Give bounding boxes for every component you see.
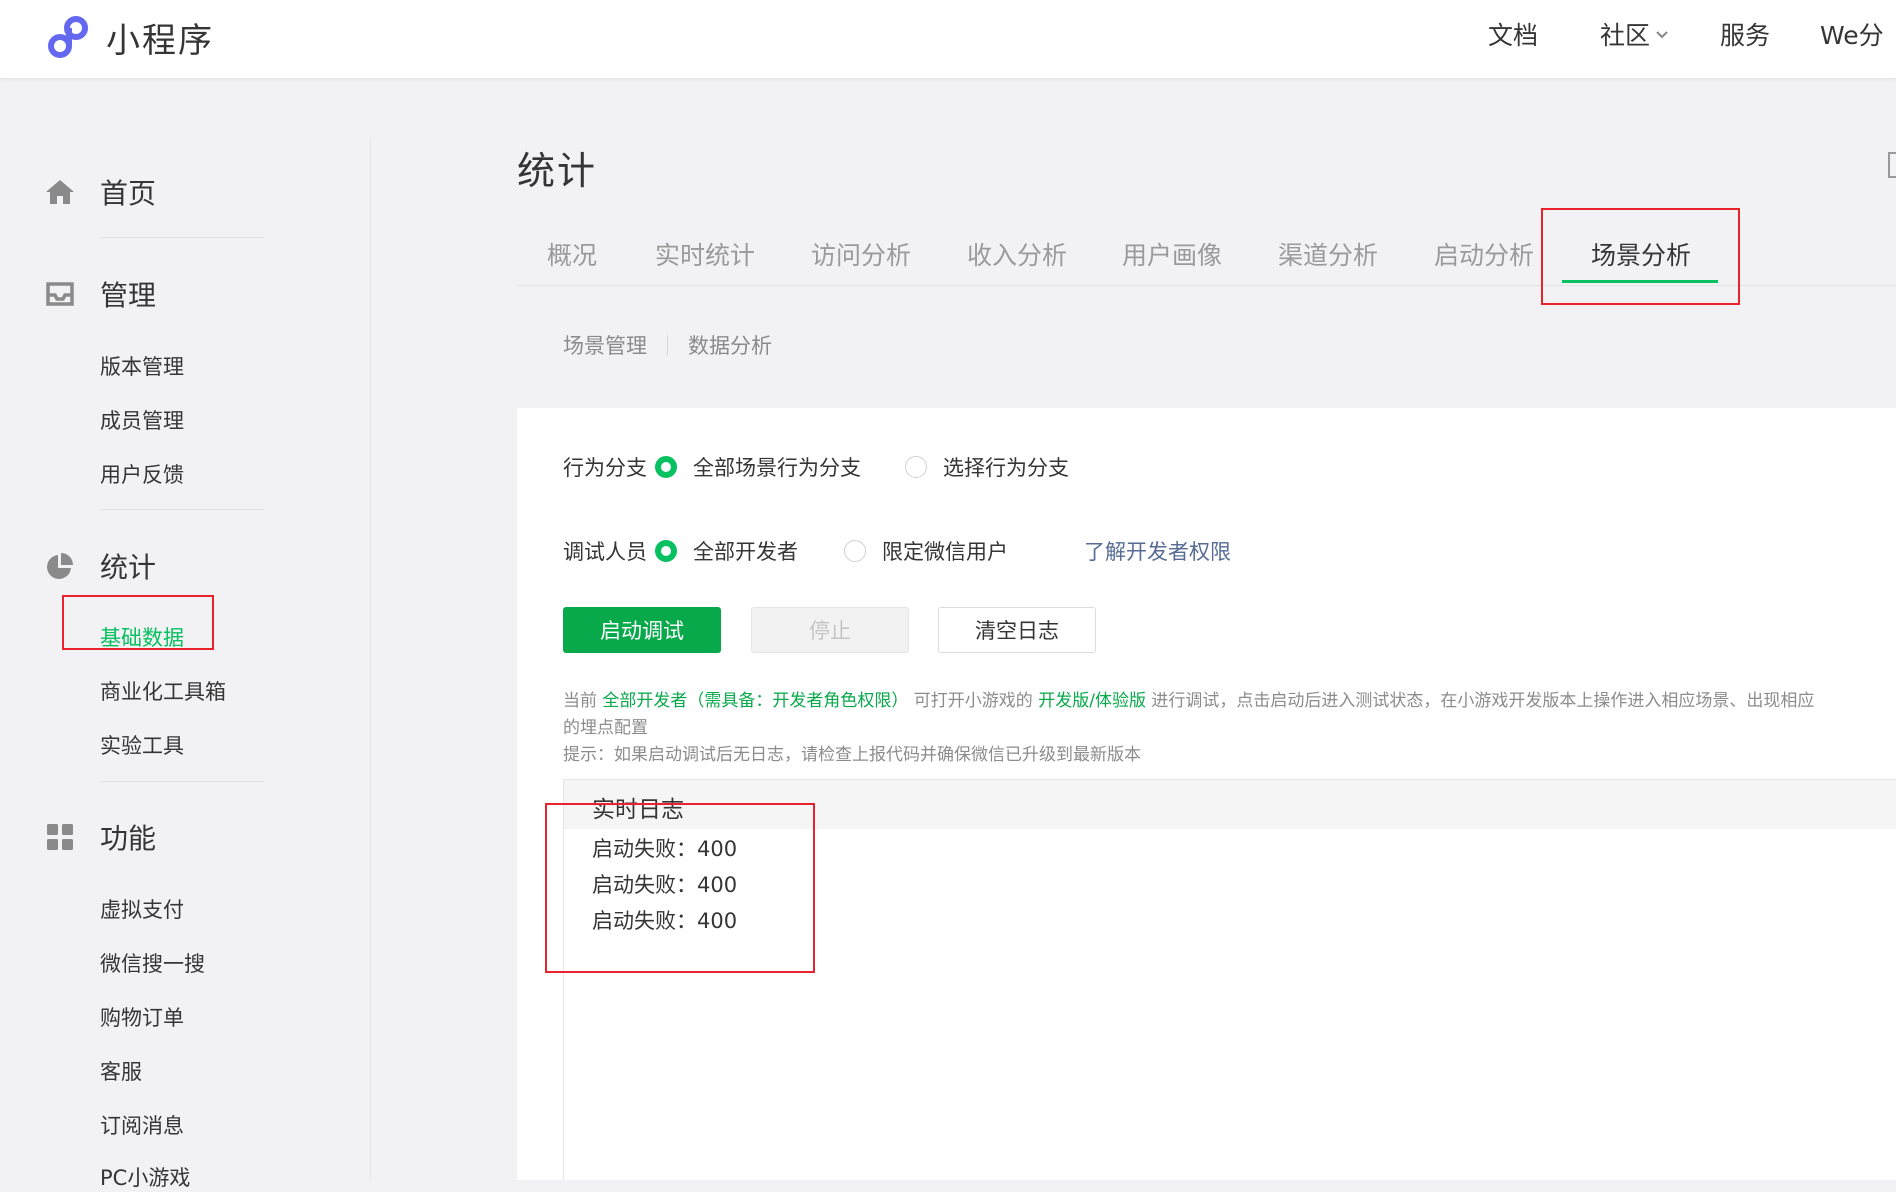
subtab-separator (667, 335, 668, 355)
top-nav: 文档 社区 服务 We分 (1488, 0, 1884, 68)
sidebar-item-customer-service[interactable]: 客服 (100, 1056, 142, 1086)
sidebar-separator (100, 781, 264, 782)
debug-description-continued: 的埋点配置 (563, 718, 648, 738)
sidebar-item-user-feedback[interactable]: 用户反馈 (100, 459, 184, 489)
debug-description: 当前 全部开发者（需具备：开发者角色权限） 可打开小游戏的 开发版/体验版 进行… (563, 686, 1814, 711)
developer-permissions-link[interactable]: 了解开发者权限 (1084, 536, 1231, 566)
radio-all-scene-branches[interactable] (655, 456, 677, 478)
tab-user-profile[interactable]: 用户画像 (1122, 236, 1222, 272)
nav-we-analysis-label: We分 (1820, 21, 1884, 50)
start-debug-button[interactable]: 启动调试 (563, 607, 721, 653)
nav-docs-label: 文档 (1488, 21, 1539, 50)
sidebar-item-member-management[interactable]: 成员管理 (100, 405, 184, 435)
chevron-down-icon (1656, 31, 1668, 39)
highlight-box-scene-tab (1541, 208, 1740, 305)
subtab-scene-management[interactable]: 场景管理 (563, 330, 647, 360)
tab-revenue-analysis[interactable]: 收入分析 (967, 236, 1067, 272)
grid-icon (47, 824, 73, 850)
nav-docs[interactable]: 文档 (1488, 16, 1538, 52)
note-highlight: 全部开发者（需具备：开发者角色权限） (602, 691, 909, 711)
sidebar-separator (100, 509, 264, 510)
behavior-branch-row: 行为分支 全部场景行为分支 选择行为分支 (563, 452, 1069, 482)
subtab-data-analysis[interactable]: 数据分析 (688, 330, 772, 360)
behavior-branch-label: 行为分支 (563, 456, 647, 480)
page-title: 统计 (517, 149, 598, 193)
nav-community-label: 社区 (1600, 21, 1651, 50)
sidebar-item-experiment-tools[interactable]: 实验工具 (100, 730, 184, 760)
subtab-bar: 场景管理 数据分析 (563, 330, 772, 360)
sidebar-item-pc-minigame[interactable]: PC小游戏 (100, 1162, 190, 1192)
clear-log-button[interactable]: 清空日志 (938, 607, 1096, 653)
sidebar-separator (100, 237, 264, 238)
sidebar-section-features[interactable]: 功能 (44, 817, 156, 857)
radio-all-developers[interactable] (655, 540, 677, 562)
brand-name: 小程序 (106, 20, 214, 61)
top-bar: 小程序 文档 社区 服务 We分 (0, 0, 1896, 79)
sidebar-item-subscription-messages[interactable]: 订阅消息 (100, 1110, 184, 1140)
highlight-box-basic-data (62, 595, 214, 650)
debug-hint: 提示：如果启动调试后无日志，请检查上报代码并确保微信已升级到最新版本 (563, 745, 1141, 765)
radio-specific-wechat-users[interactable] (844, 540, 866, 562)
highlight-box-log (545, 803, 815, 973)
inbox-icon (46, 282, 74, 306)
note-highlight: 开发版/体验版 (1038, 691, 1146, 711)
sidebar-item-virtual-payment[interactable]: 虚拟支付 (100, 894, 184, 924)
note-text: 进行调试，点击启动后进入测试状态，在小游戏开发版本上操作进入相应场景、出现相应 (1145, 691, 1815, 711)
radio-specific-wechat-users-label[interactable]: 限定微信用户 (882, 536, 1008, 566)
debug-users-row: 调试人员 全部开发者 限定微信用户 了解开发者权限 (563, 536, 1231, 566)
radio-select-branch-label[interactable]: 选择行为分支 (943, 452, 1069, 482)
tab-overview[interactable]: 概况 (547, 236, 597, 272)
pie-chart-icon (47, 553, 73, 579)
sidebar-item-wechat-search[interactable]: 微信搜一搜 (100, 948, 205, 978)
sidebar-section-label: 统计 (100, 551, 157, 584)
sidebar-section-label: 管理 (100, 279, 157, 312)
sidebar-item-version-management[interactable]: 版本管理 (100, 351, 184, 381)
panel-toggle-icon[interactable] (1888, 152, 1896, 178)
nav-services-label: 服务 (1720, 21, 1771, 50)
sidebar-section-statistics[interactable]: 统计 (44, 546, 156, 586)
sidebar-section-home[interactable]: 首页 (44, 172, 156, 212)
radio-select-branch[interactable] (905, 456, 927, 478)
radio-all-scene-branches-label[interactable]: 全部场景行为分支 (693, 452, 861, 482)
nav-community[interactable]: 社区 (1600, 16, 1670, 52)
nav-services[interactable]: 服务 (1720, 16, 1770, 52)
tab-visit-analysis[interactable]: 访问分析 (811, 236, 911, 272)
sidebar-section-label: 功能 (100, 822, 157, 855)
sidebar-item-shopping-orders[interactable]: 购物订单 (100, 1002, 184, 1032)
sidebar-item-commercial-toolbox[interactable]: 商业化工具箱 (100, 676, 226, 706)
stop-button[interactable]: 停止 (751, 607, 909, 653)
note-text: 当前 (563, 691, 603, 711)
tab-realtime[interactable]: 实时统计 (655, 236, 755, 272)
radio-all-developers-label[interactable]: 全部开发者 (693, 536, 798, 566)
nav-we-analysis[interactable]: We分 (1820, 16, 1884, 52)
brand[interactable]: 小程序 (44, 12, 214, 62)
home-icon (46, 180, 74, 204)
tab-channel-analysis[interactable]: 渠道分析 (1278, 236, 1378, 272)
sidebar-section-manage[interactable]: 管理 (44, 274, 156, 314)
sidebar-divider (370, 140, 371, 1181)
note-text: 可打开小游戏的 (908, 691, 1039, 711)
debug-users-label: 调试人员 (563, 540, 647, 564)
tab-launch-analysis[interactable]: 启动分析 (1434, 236, 1534, 272)
sidebar-section-label: 首页 (100, 177, 157, 210)
mini-program-logo-icon (48, 16, 88, 58)
